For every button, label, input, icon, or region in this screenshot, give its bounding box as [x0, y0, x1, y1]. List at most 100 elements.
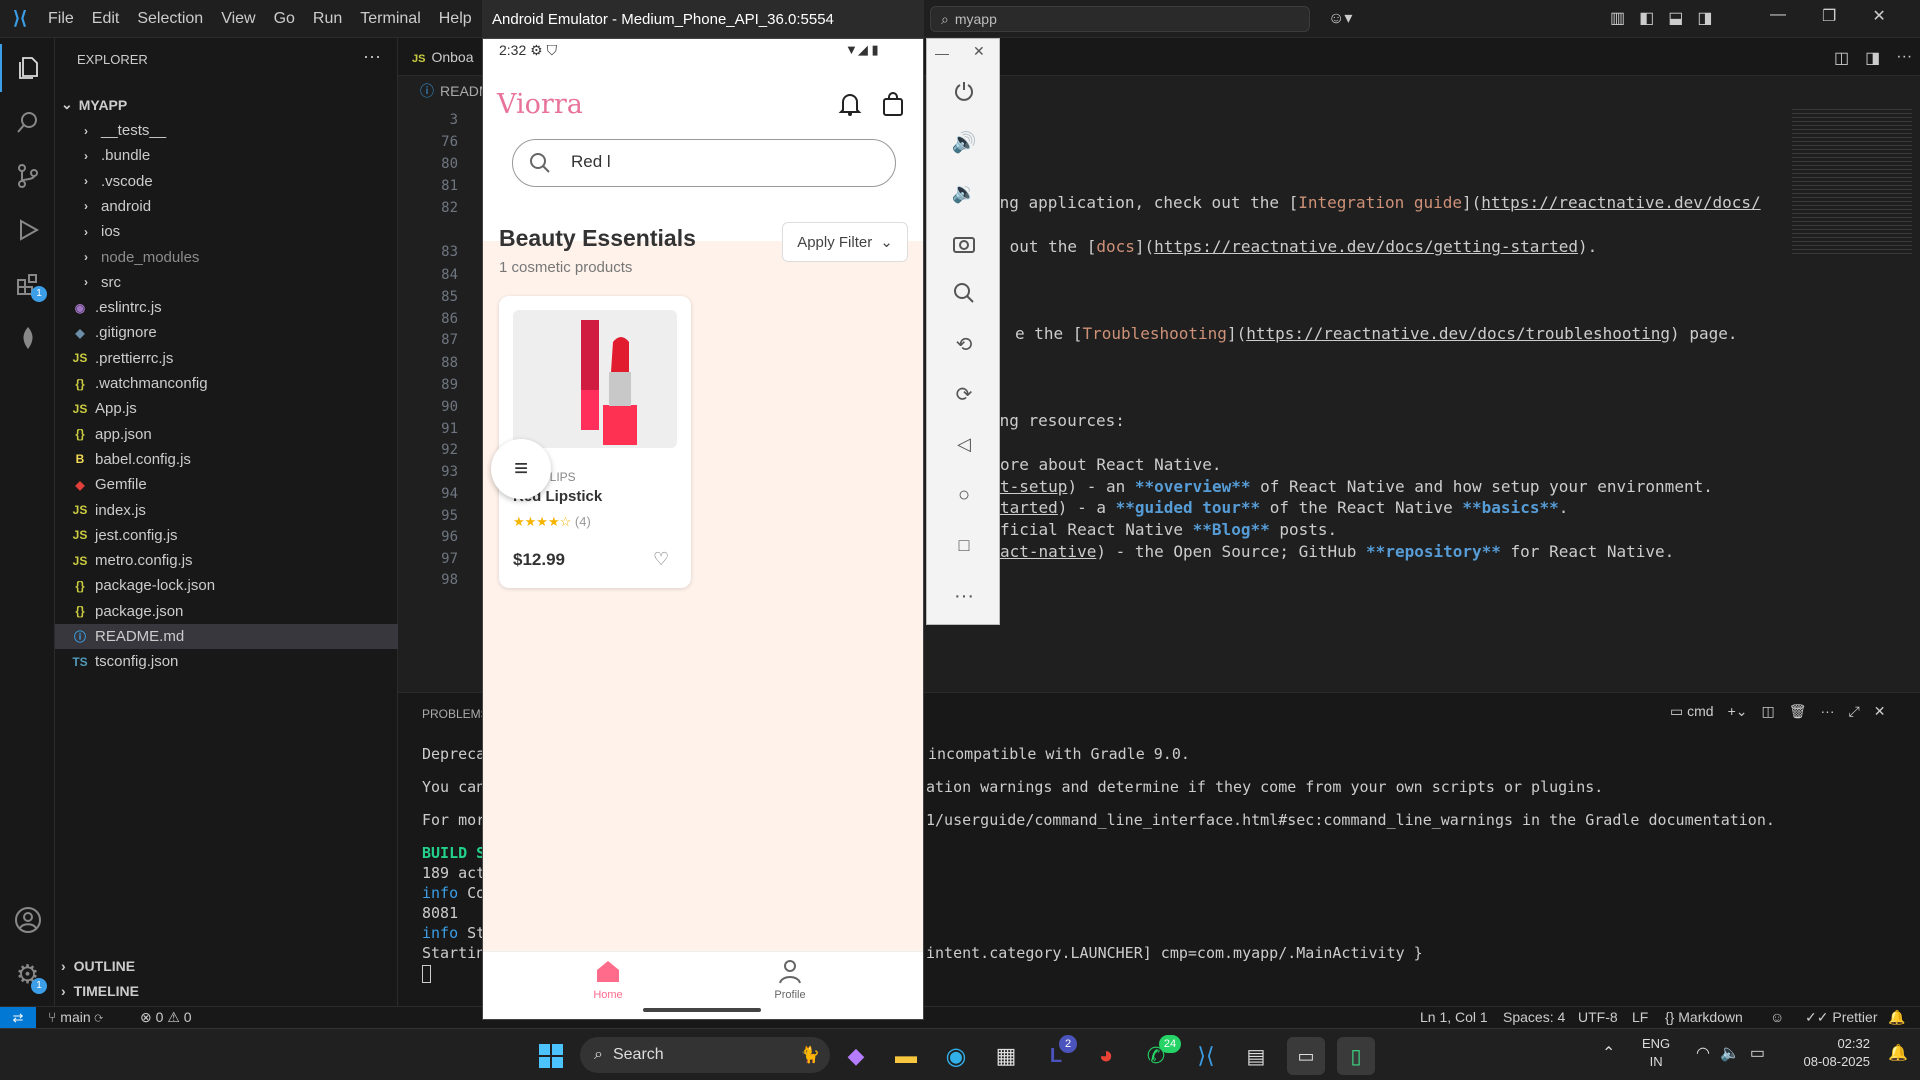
copilot-status-icon[interactable]: ☺	[1770, 1009, 1784, 1025]
file-item[interactable]: ⓘ README.md	[55, 624, 398, 649]
emulator-taskbar-icon[interactable]: ▯	[1337, 1037, 1375, 1075]
folder-item[interactable]: › .vscode	[55, 169, 398, 194]
toggle-secondary-sidebar-icon[interactable]: ◨	[1697, 8, 1712, 28]
menu-edit[interactable]: Edit	[92, 10, 120, 28]
overview-square-icon[interactable]: □	[927, 525, 1001, 565]
toggle-primary-sidebar-icon[interactable]: ◧	[1639, 8, 1654, 28]
taskbar-search[interactable]: ⌕ Search 🐈	[580, 1037, 830, 1073]
more-actions-icon[interactable]: ···	[1896, 48, 1912, 68]
volume-down-icon[interactable]: 🔉	[927, 172, 1001, 212]
more-actions-icon[interactable]: ···	[1821, 703, 1835, 720]
more-options-icon[interactable]: ···	[927, 576, 1001, 616]
edge-icon[interactable]: ◉	[937, 1037, 975, 1075]
file-item[interactable]: TS tsconfig.json	[55, 649, 398, 674]
back-icon[interactable]: ◁	[927, 424, 1001, 464]
notepad-icon[interactable]: ▤	[1237, 1037, 1275, 1075]
zoom-icon[interactable]	[927, 273, 1001, 313]
minimize-icon[interactable]: —	[1770, 6, 1786, 26]
cursor-position[interactable]: Ln 1, Col 1	[1420, 1009, 1488, 1025]
restore-icon[interactable]: ❐	[1822, 6, 1836, 26]
folder-item[interactable]: › __tests__	[55, 118, 398, 143]
rotate-right-icon[interactable]: ⟳	[927, 374, 1001, 414]
camera-icon[interactable]	[927, 223, 1001, 263]
folder-item[interactable]: › android	[55, 194, 398, 219]
menu-run[interactable]: Run	[313, 10, 342, 28]
file-item[interactable]: ◆ Gemfile	[55, 472, 398, 497]
language-indicator[interactable]: ENG IN	[1642, 1035, 1670, 1071]
folder-item[interactable]: › src	[55, 270, 398, 295]
app-logo[interactable]: Viorra	[497, 89, 583, 120]
indentation[interactable]: Spaces: 4	[1503, 1009, 1565, 1025]
file-item[interactable]: Bbabel.config.js	[55, 447, 398, 472]
split-terminal-icon[interactable]: ◫	[1761, 703, 1774, 720]
command-center[interactable]: ⌕ myapp	[930, 6, 1310, 32]
folder-item[interactable]: › ios	[55, 219, 398, 244]
open-preview-icon[interactable]: ◫	[1834, 48, 1849, 68]
system-tray[interactable]: ◠ 🔈 ▭	[1696, 1043, 1765, 1063]
file-item[interactable]: {} package-lock.json	[55, 573, 398, 598]
root-folder[interactable]: ⌄ MYAPP	[55, 92, 398, 117]
kill-terminal-icon[interactable]: 🗑	[1789, 703, 1807, 720]
chevron-up-icon[interactable]: ⌃	[1602, 1043, 1615, 1063]
eol[interactable]: LF	[1632, 1009, 1648, 1025]
gesture-handle[interactable]	[643, 1008, 761, 1012]
apply-filter-button[interactable]: Apply Filter ⌄	[782, 222, 908, 262]
manage-gear-icon[interactable]: ⚙ 1	[0, 950, 55, 998]
file-item[interactable]: {} app.json	[55, 422, 398, 447]
language-mode[interactable]: {} Markdown	[1665, 1009, 1743, 1025]
windows-start-icon[interactable]	[532, 1037, 570, 1075]
power-icon[interactable]	[927, 71, 1001, 111]
bell-icon[interactable]: 🔔	[1888, 1009, 1905, 1026]
prettier-status[interactable]: ✓✓ Prettier	[1805, 1009, 1877, 1026]
toggle-sidebar-icon[interactable]: ▥	[1610, 8, 1625, 28]
heart-icon[interactable]: ♡	[653, 549, 669, 570]
accounts-icon[interactable]	[0, 896, 55, 944]
explorer-icon[interactable]	[0, 44, 55, 92]
copilot-icon[interactable]: ☺▾	[1328, 8, 1352, 28]
volume-up-icon[interactable]: 🔊	[927, 122, 1001, 162]
minimize-icon[interactable]: —	[935, 45, 949, 61]
file-item[interactable]: JS metro.config.js	[55, 548, 398, 573]
close-panel-icon[interactable]: ✕	[1874, 703, 1886, 720]
file-item[interactable]: ◉ .eslintrc.js	[55, 295, 398, 320]
extensions-icon[interactable]: 1	[0, 260, 55, 308]
rotate-left-icon[interactable]: ⟲	[927, 324, 1001, 364]
run-debug-icon[interactable]	[0, 206, 55, 254]
mongodb-leaf-icon[interactable]	[0, 314, 55, 362]
clock[interactable]: 02:32 08-08-2025	[1790, 1035, 1871, 1071]
close-icon[interactable]: ✕	[973, 43, 985, 60]
tab-problems[interactable]: PROBLEMS	[422, 707, 489, 721]
nav-profile[interactable]: Profile	[755, 958, 825, 1001]
terminal-selector[interactable]: ▭ cmd	[1670, 703, 1714, 720]
more-actions-icon[interactable]: ···	[363, 46, 381, 67]
nav-home[interactable]: Home	[573, 958, 643, 1001]
menu-go[interactable]: Go	[274, 10, 295, 28]
teams-icon[interactable]: L2	[1037, 1035, 1077, 1075]
encoding[interactable]: UTF-8	[1578, 1009, 1618, 1025]
split-editor-icon[interactable]: ◨	[1865, 48, 1880, 68]
home-circle-icon[interactable]: ○	[927, 475, 1001, 515]
tab-onboarding[interactable]: JS Onboa	[412, 49, 474, 65]
minimap[interactable]	[1788, 102, 1920, 692]
menu-terminal[interactable]: Terminal	[360, 10, 420, 28]
file-item[interactable]: JS App.js	[55, 396, 398, 421]
menu-view[interactable]: View	[221, 10, 255, 28]
shopping-bag-icon[interactable]	[881, 91, 905, 122]
menu-file[interactable]: File	[48, 10, 74, 28]
terminal-taskbar-icon[interactable]: ▭	[1287, 1037, 1325, 1075]
search-icon[interactable]	[0, 98, 55, 146]
search-input-value[interactable]: Red l	[571, 152, 611, 172]
outline-section[interactable]: › OUTLINE	[55, 953, 398, 978]
folder-item[interactable]: › .bundle	[55, 143, 398, 168]
menu-help[interactable]: Help	[439, 10, 472, 28]
source-control-icon[interactable]	[0, 152, 55, 200]
folder-item[interactable]: › node_modules	[55, 245, 398, 270]
maximize-panel-icon[interactable]: ⤢	[1849, 703, 1860, 720]
notification-bell-icon[interactable]: 🔔	[1888, 1043, 1908, 1063]
copilot-app-icon[interactable]: ◆	[837, 1037, 875, 1075]
file-explorer-icon[interactable]: ▬	[887, 1037, 925, 1075]
menu-fab-icon[interactable]: ≡	[491, 439, 551, 499]
remote-icon[interactable]: ⇄	[0, 1007, 36, 1028]
chrome-icon[interactable]: ◕	[1087, 1037, 1125, 1075]
file-item[interactable]: ◆ .gitignore	[55, 320, 398, 345]
